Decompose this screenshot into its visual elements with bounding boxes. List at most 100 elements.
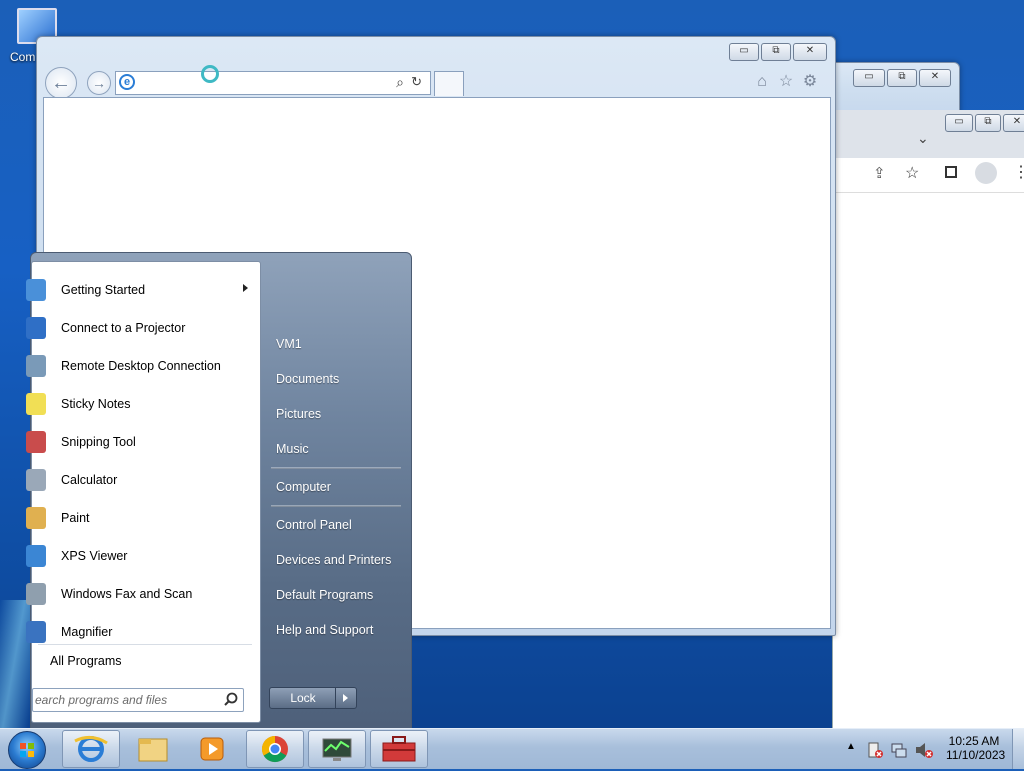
chrome-maximize-button[interactable]: ⧉ — [975, 114, 1001, 132]
close-button[interactable]: ✕ — [919, 69, 951, 87]
side-panel-icon[interactable] — [945, 166, 957, 178]
profile-avatar-icon[interactable] — [975, 162, 997, 184]
right-item-devices-printers[interactable]: Devices and Printers — [276, 553, 391, 567]
start-menu: Getting Started Connect to a Projector R… — [26, 252, 412, 730]
right-item-help-support[interactable]: Help and Support — [276, 623, 373, 637]
ie-maximize-button[interactable]: ⧉ — [761, 43, 791, 61]
snipping-tool-icon — [26, 431, 46, 453]
program-label: XPS Viewer — [61, 549, 128, 563]
right-item-vm1[interactable]: VM1 — [276, 337, 302, 351]
program-paint[interactable]: Paint — [26, 500, 258, 536]
search-icon[interactable]: ⌕ — [396, 74, 404, 91]
clock-date: 11/10/2023 — [946, 748, 1006, 762]
show-desktop-button[interactable] — [1012, 729, 1024, 769]
bookmark-star-icon[interactable]: ☆ — [905, 163, 919, 183]
ie-minimize-button[interactable]: ▭ — [729, 43, 759, 61]
minimize-button[interactable]: ▭ — [853, 69, 885, 87]
clock[interactable]: 10:25 AM 11/10/2023 — [946, 734, 1006, 762]
clock-time: 10:25 AM — [948, 734, 1000, 748]
search-icon[interactable] — [223, 691, 239, 707]
program-sticky-notes[interactable]: Sticky Notes — [26, 386, 258, 422]
program-remote-desktop[interactable]: Remote Desktop Connection — [26, 348, 258, 384]
network-icon[interactable] — [890, 741, 908, 759]
right-item-music[interactable]: Music — [276, 442, 309, 456]
action-center-icon[interactable] — [866, 741, 884, 759]
address-bar[interactable]: e ⌕ ↻ — [115, 71, 431, 95]
program-snipping-tool[interactable]: Snipping Tool — [26, 424, 258, 460]
refresh-icon[interactable]: ↻ — [411, 74, 422, 90]
internet-explorer-icon — [74, 736, 108, 762]
shutdown-options-arrow-icon[interactable] — [335, 687, 357, 709]
media-player-icon — [200, 737, 224, 761]
taskbar-media-player[interactable] — [184, 730, 242, 768]
getting-started-icon — [26, 279, 46, 301]
right-item-computer[interactable]: Computer — [276, 480, 331, 494]
right-item-default-programs[interactable]: Default Programs — [276, 588, 373, 602]
all-programs-link[interactable]: All Programs — [50, 654, 122, 668]
start-button[interactable] — [8, 731, 46, 769]
chrome-tab-list-chevron-icon[interactable]: ⌄ — [917, 130, 929, 147]
task-manager-icon — [322, 738, 352, 761]
fax-scan-icon — [26, 583, 46, 605]
program-label: Connect to a Projector — [61, 321, 186, 335]
chrome-menu-icon[interactable]: ⋮ — [1013, 162, 1024, 182]
program-label: Windows Fax and Scan — [61, 587, 193, 601]
programs-pane: Getting Started Connect to a Projector R… — [26, 261, 261, 723]
taskbar-task-manager[interactable] — [308, 730, 366, 768]
program-connect-projector[interactable]: Connect to a Projector — [26, 310, 258, 346]
chrome-minimize-button[interactable]: ▭ — [945, 114, 973, 132]
back-button[interactable]: ← — [45, 67, 77, 99]
right-item-pictures[interactable]: Pictures — [276, 407, 321, 421]
right-divider — [271, 505, 401, 507]
file-explorer-icon — [138, 738, 168, 762]
toolbox-icon — [382, 736, 416, 762]
program-getting-started[interactable]: Getting Started — [26, 272, 258, 308]
magnifier-icon — [26, 621, 46, 643]
show-hidden-icons-button[interactable]: ▲ — [846, 741, 856, 752]
loading-cursor-icon — [201, 65, 219, 83]
ie-close-button[interactable]: ✕ — [793, 43, 827, 61]
remote-desktop-icon — [26, 355, 46, 377]
share-icon[interactable]: ⇪ — [873, 164, 886, 182]
right-item-documents[interactable]: Documents — [276, 372, 339, 386]
sticky-notes-icon — [26, 393, 46, 415]
projector-icon — [26, 317, 46, 339]
taskbar-toolbox[interactable] — [370, 730, 428, 768]
chrome-toolbar: ⇪ ☆ ⋮ — [833, 158, 1024, 193]
home-icon[interactable]: ⌂ — [753, 73, 771, 91]
start-search-box[interactable]: earch programs and files — [32, 688, 244, 712]
right-divider — [271, 467, 401, 469]
lock-button[interactable]: Lock — [269, 687, 337, 709]
program-label: Calculator — [61, 473, 118, 487]
windows-logo-icon — [20, 743, 34, 757]
search-placeholder: earch programs and files — [35, 693, 168, 707]
xps-viewer-icon — [26, 545, 46, 567]
program-label: Remote Desktop Connection — [61, 359, 221, 373]
chrome-window[interactable]: ▭ ⧉ ✕ ⌄ ⇪ ☆ ⋮ — [832, 110, 1024, 740]
chrome-icon — [261, 735, 288, 763]
program-xps-viewer[interactable]: XPS Viewer — [26, 538, 258, 574]
chrome-close-button[interactable]: ✕ — [1003, 114, 1024, 132]
program-fax-scan[interactable]: Windows Fax and Scan — [26, 576, 258, 612]
right-item-control-panel[interactable]: Control Panel — [276, 518, 352, 532]
taskbar-internet-explorer[interactable] — [62, 730, 120, 768]
maximize-button[interactable]: ⧉ — [887, 69, 917, 87]
program-calculator[interactable]: Calculator — [26, 462, 258, 498]
favorites-star-icon[interactable]: ☆ — [777, 73, 795, 91]
new-tab-button[interactable] — [434, 71, 464, 96]
tools-gear-icon[interactable]: ⚙ — [801, 73, 819, 91]
program-label: Magnifier — [61, 625, 113, 639]
forward-button[interactable]: → — [87, 71, 111, 95]
program-label: Snipping Tool — [61, 435, 136, 449]
taskbar-chrome[interactable] — [246, 730, 304, 768]
program-label: Getting Started — [61, 283, 146, 297]
paint-icon — [26, 507, 46, 529]
volume-muted-icon[interactable] — [914, 741, 934, 759]
taskbar-file-explorer[interactable] — [124, 730, 182, 768]
taskbar: ▲ 10:25 AM 11/10/2023 — [0, 728, 1024, 769]
chrome-titlebar: ▭ ⧉ ✕ ⌄ — [833, 110, 1024, 158]
program-label: Sticky Notes — [61, 397, 131, 411]
submenu-arrow-icon — [243, 284, 248, 292]
programs-divider — [38, 644, 252, 645]
program-label: Paint — [61, 511, 90, 525]
